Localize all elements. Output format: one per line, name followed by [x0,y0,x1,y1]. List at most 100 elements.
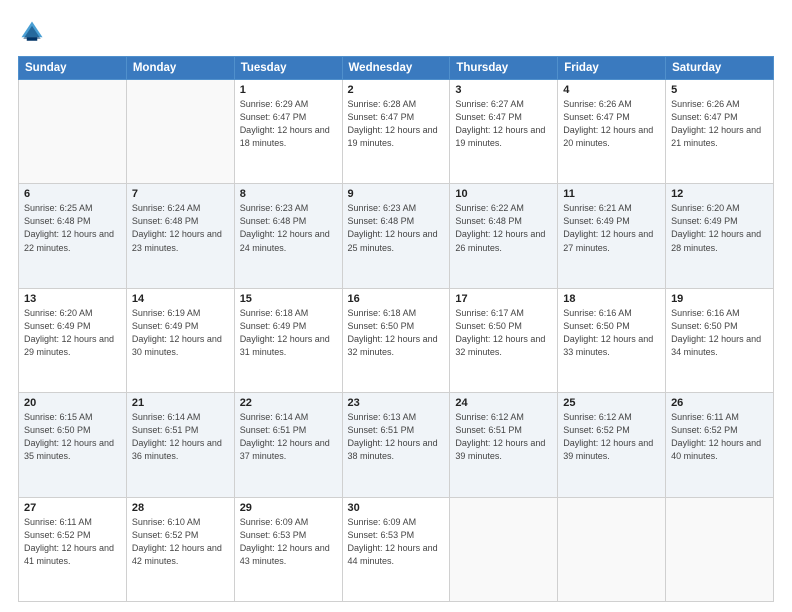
weekday-header-row: SundayMondayTuesdayWednesdayThursdayFrid… [19,57,774,80]
weekday-header-thursday: Thursday [450,57,558,80]
day-info: Sunrise: 6:25 AMSunset: 6:48 PMDaylight:… [24,202,121,254]
calendar-table: SundayMondayTuesdayWednesdayThursdayFrid… [18,56,774,602]
calendar-cell: 29 Sunrise: 6:09 AMSunset: 6:53 PMDayligh… [234,497,342,601]
day-info: Sunrise: 6:20 AMSunset: 6:49 PMDaylight:… [24,307,121,359]
day-number: 25 [563,397,660,409]
day-number: 8 [240,188,337,200]
calendar-cell: 23 Sunrise: 6:13 AMSunset: 6:51 PMDayligh… [342,393,450,497]
day-info: Sunrise: 6:18 AMSunset: 6:50 PMDaylight:… [348,307,445,359]
calendar-cell: 4 Sunrise: 6:26 AMSunset: 6:47 PMDaylight… [558,80,666,184]
day-number: 9 [348,188,445,200]
calendar-cell: 16 Sunrise: 6:18 AMSunset: 6:50 PMDayligh… [342,288,450,392]
weekday-header-sunday: Sunday [19,57,127,80]
day-info: Sunrise: 6:13 AMSunset: 6:51 PMDaylight:… [348,411,445,463]
logo [18,18,50,46]
day-info: Sunrise: 6:16 AMSunset: 6:50 PMDaylight:… [563,307,660,359]
day-info: Sunrise: 6:14 AMSunset: 6:51 PMDaylight:… [132,411,229,463]
weekday-header-wednesday: Wednesday [342,57,450,80]
calendar-cell: 25 Sunrise: 6:12 AMSunset: 6:52 PMDayligh… [558,393,666,497]
day-info: Sunrise: 6:14 AMSunset: 6:51 PMDaylight:… [240,411,337,463]
weekday-header-friday: Friday [558,57,666,80]
calendar-cell: 22 Sunrise: 6:14 AMSunset: 6:51 PMDayligh… [234,393,342,497]
day-info: Sunrise: 6:19 AMSunset: 6:49 PMDaylight:… [132,307,229,359]
calendar-week-row: 27Sunrise: 6:11 AMSunset: 6:52 PMDayligh… [19,497,774,601]
day-number: 11 [563,188,660,200]
calendar-cell [666,497,774,601]
calendar-cell: 1 Sunrise: 6:29 AMSunset: 6:47 PMDaylight… [234,80,342,184]
header [18,18,774,46]
day-number: 12 [671,188,768,200]
day-info: Sunrise: 6:15 AMSunset: 6:50 PMDaylight:… [24,411,121,463]
day-info: Sunrise: 6:16 AMSunset: 6:50 PMDaylight:… [671,307,768,359]
calendar-cell: 11 Sunrise: 6:21 AMSunset: 6:49 PMDayligh… [558,184,666,288]
day-info: Sunrise: 6:20 AMSunset: 6:49 PMDaylight:… [671,202,768,254]
day-number: 30 [348,502,445,514]
day-number: 16 [348,293,445,305]
calendar-cell: 24Sunrise: 6:12 AMSunset: 6:51 PMDayligh… [450,393,558,497]
day-number: 29 [240,502,337,514]
calendar-cell [450,497,558,601]
day-info: Sunrise: 6:10 AMSunset: 6:52 PMDaylight:… [132,516,229,568]
day-number: 3 [455,84,552,96]
calendar-cell: 6 Sunrise: 6:25 AMSunset: 6:48 PMDaylight… [19,184,127,288]
day-info: Sunrise: 6:09 AMSunset: 6:53 PMDaylight:… [240,516,337,568]
day-number: 13 [24,293,121,305]
calendar-cell [19,80,127,184]
day-info: Sunrise: 6:21 AMSunset: 6:49 PMDaylight:… [563,202,660,254]
calendar-cell: 15Sunrise: 6:18 AMSunset: 6:49 PMDayligh… [234,288,342,392]
day-number: 23 [348,397,445,409]
day-info: Sunrise: 6:11 AMSunset: 6:52 PMDaylight:… [24,516,121,568]
day-number: 7 [132,188,229,200]
weekday-header-monday: Monday [126,57,234,80]
day-number: 22 [240,397,337,409]
calendar-cell: 30 Sunrise: 6:09 AMSunset: 6:53 PMDayligh… [342,497,450,601]
day-info: Sunrise: 6:11 AMSunset: 6:52 PMDaylight:… [671,411,768,463]
day-number: 24 [455,397,552,409]
day-number: 17 [455,293,552,305]
day-number: 18 [563,293,660,305]
day-number: 4 [563,84,660,96]
day-info: Sunrise: 6:27 AMSunset: 6:47 PMDaylight:… [455,98,552,150]
day-info: Sunrise: 6:17 AMSunset: 6:50 PMDaylight:… [455,307,552,359]
day-info: Sunrise: 6:23 AMSunset: 6:48 PMDaylight:… [348,202,445,254]
calendar-cell: 12 Sunrise: 6:20 AMSunset: 6:49 PMDayligh… [666,184,774,288]
day-number: 15 [240,293,337,305]
day-number: 1 [240,84,337,96]
day-number: 2 [348,84,445,96]
calendar-cell: 21 Sunrise: 6:14 AMSunset: 6:51 PMDayligh… [126,393,234,497]
day-info: Sunrise: 6:24 AMSunset: 6:48 PMDaylight:… [132,202,229,254]
day-number: 26 [671,397,768,409]
day-info: Sunrise: 6:22 AMSunset: 6:48 PMDaylight:… [455,202,552,254]
day-info: Sunrise: 6:12 AMSunset: 6:52 PMDaylight:… [563,411,660,463]
calendar-cell: 13 Sunrise: 6:20 AMSunset: 6:49 PMDayligh… [19,288,127,392]
calendar-cell: 10 Sunrise: 6:22 AMSunset: 6:48 PMDayligh… [450,184,558,288]
weekday-header-saturday: Saturday [666,57,774,80]
calendar-cell: 9 Sunrise: 6:23 AMSunset: 6:48 PMDaylight… [342,184,450,288]
calendar-cell: 28Sunrise: 6:10 AMSunset: 6:52 PMDayligh… [126,497,234,601]
day-info: Sunrise: 6:28 AMSunset: 6:47 PMDaylight:… [348,98,445,150]
day-info: Sunrise: 6:29 AMSunset: 6:47 PMDaylight:… [240,98,337,150]
calendar-cell [126,80,234,184]
day-info: Sunrise: 6:23 AMSunset: 6:48 PMDaylight:… [240,202,337,254]
calendar-week-row: 1 Sunrise: 6:29 AMSunset: 6:47 PMDaylight… [19,80,774,184]
weekday-header-tuesday: Tuesday [234,57,342,80]
calendar-cell: 5Sunrise: 6:26 AMSunset: 6:47 PMDaylight… [666,80,774,184]
day-number: 6 [24,188,121,200]
day-number: 20 [24,397,121,409]
calendar-cell: 7 Sunrise: 6:24 AMSunset: 6:48 PMDaylight… [126,184,234,288]
calendar-cell: 27Sunrise: 6:11 AMSunset: 6:52 PMDayligh… [19,497,127,601]
calendar-cell: 26 Sunrise: 6:11 AMSunset: 6:52 PMDayligh… [666,393,774,497]
calendar-cell: 14Sunrise: 6:19 AMSunset: 6:49 PMDayligh… [126,288,234,392]
calendar-cell: 19Sunrise: 6:16 AMSunset: 6:50 PMDayligh… [666,288,774,392]
day-info: Sunrise: 6:09 AMSunset: 6:53 PMDaylight:… [348,516,445,568]
calendar-week-row: 20 Sunrise: 6:15 AMSunset: 6:50 PMDayligh… [19,393,774,497]
calendar-cell: 20 Sunrise: 6:15 AMSunset: 6:50 PMDayligh… [19,393,127,497]
day-info: Sunrise: 6:26 AMSunset: 6:47 PMDaylight:… [563,98,660,150]
calendar-cell: 8 Sunrise: 6:23 AMSunset: 6:48 PMDaylight… [234,184,342,288]
calendar-week-row: 6 Sunrise: 6:25 AMSunset: 6:48 PMDaylight… [19,184,774,288]
day-number: 10 [455,188,552,200]
calendar-cell: 3 Sunrise: 6:27 AMSunset: 6:47 PMDaylight… [450,80,558,184]
day-number: 21 [132,397,229,409]
day-number: 5 [671,84,768,96]
logo-icon [18,18,46,46]
